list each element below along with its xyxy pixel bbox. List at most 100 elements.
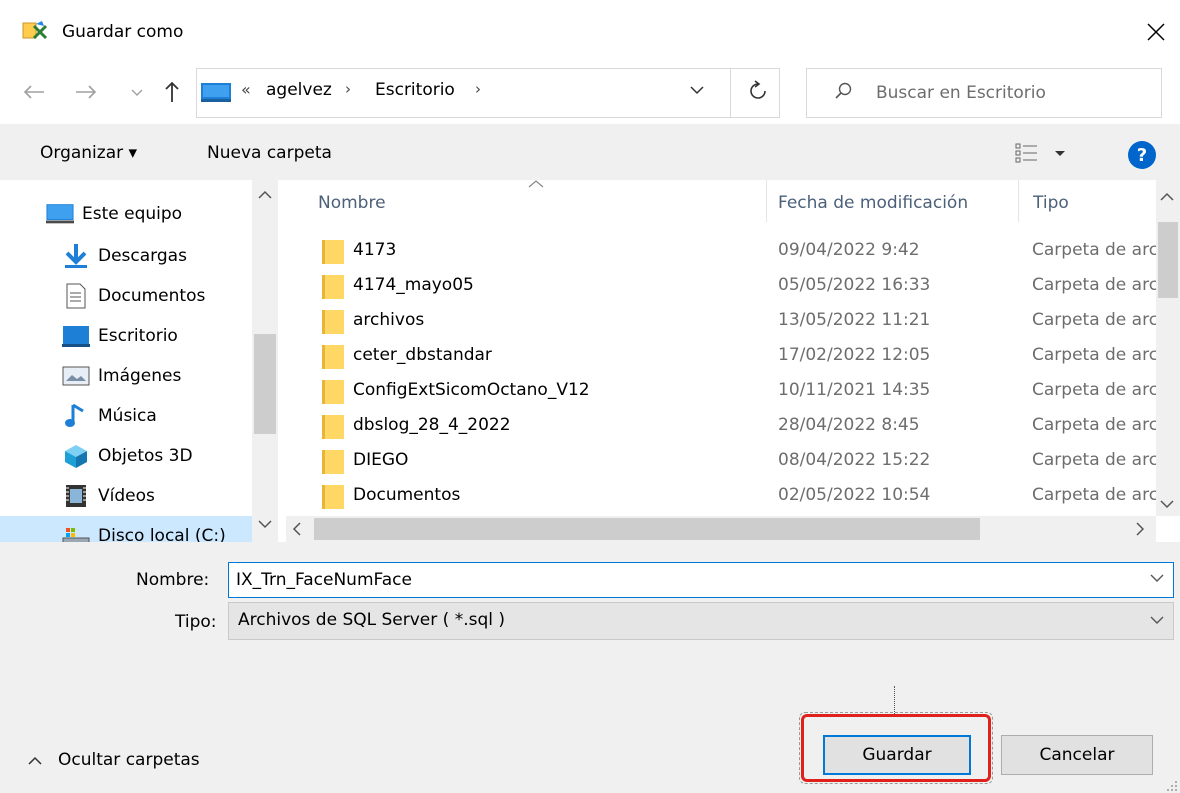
folder-icon (322, 309, 344, 335)
breadcrumb-separator[interactable]: › (475, 80, 481, 98)
image-icon (62, 362, 90, 390)
file-type-label: Tipo: (175, 612, 217, 632)
file-name: ceter_dbstandar (353, 345, 492, 365)
arrow-right-icon (76, 85, 97, 99)
toolbar (0, 124, 1180, 180)
video-icon (62, 482, 90, 510)
table-row[interactable]: dbslog_28_4_2022 28/04/2022 8:45 Carpeta… (286, 409, 1158, 444)
nav-item-musica[interactable]: Música (0, 396, 252, 436)
arrow-left-icon (23, 85, 44, 99)
column-divider[interactable] (1018, 180, 1019, 222)
file-name: archivos (353, 310, 425, 330)
view-options-button[interactable] (1015, 141, 1079, 165)
window-title: Guardar como (62, 22, 184, 42)
vertical-scrollbar-thumb[interactable] (1158, 222, 1178, 298)
file-name: Documentos (353, 485, 461, 505)
nav-item-label: Documentos (98, 286, 206, 306)
table-row[interactable]: ConfigExtSicomOctano_V12 10/11/2021 14:3… (286, 374, 1158, 409)
scroll-right-icon[interactable] (1136, 522, 1145, 536)
nav-item-descargas[interactable]: Descargas (0, 236, 252, 276)
scroll-up-icon[interactable] (1160, 192, 1174, 201)
cancel-button[interactable]: Cancelar (1001, 735, 1153, 775)
cancel-label: Cancelar (1039, 745, 1115, 765)
drive-icon (62, 522, 90, 542)
file-name: 4173 (353, 240, 397, 260)
table-row[interactable]: 4174_mayo05 05/05/2022 16:33 Carpeta de … (286, 269, 1158, 304)
help-button[interactable]: ? (1128, 141, 1156, 169)
folder-icon (322, 274, 344, 300)
file-name-label: Nombre: (136, 570, 210, 590)
pc-icon (46, 200, 74, 228)
table-row[interactable]: archivos 13/05/2022 11:21 Carpeta de arc… (286, 304, 1158, 339)
address-dropdown-button[interactable] (690, 86, 704, 95)
nav-item-label: Música (98, 406, 157, 426)
file-name-input[interactable] (236, 566, 1136, 594)
folder-icon (322, 484, 344, 510)
breadcrumb-agelvez[interactable]: agelvez (266, 80, 332, 100)
file-type: Carpeta de archivos (1032, 450, 1158, 470)
file-name: 4174_mayo05 (353, 275, 474, 295)
scroll-down-icon[interactable] (258, 520, 272, 529)
nav-item-label: Descargas (98, 246, 187, 266)
file-type: Carpeta de archivos (1032, 485, 1158, 505)
folder-icon (322, 239, 344, 265)
chevron-down-icon (131, 89, 143, 96)
organize-button[interactable]: Organizar ▾ (40, 143, 137, 163)
table-row[interactable]: ceter_dbstandar 17/02/2022 12:05 Carpeta… (286, 339, 1158, 374)
scroll-up-icon[interactable] (258, 190, 272, 199)
refresh-button[interactable] (748, 80, 768, 102)
navigation-pane: Este equipo Descargas Documentos Escrito… (0, 180, 286, 542)
folder-icon (322, 414, 344, 440)
breadcrumb-separator[interactable]: › (345, 80, 351, 98)
column-divider[interactable] (766, 180, 767, 222)
arrow-up-icon (165, 81, 179, 102)
download-icon (62, 242, 90, 270)
refresh-icon (750, 80, 766, 99)
file-type: Carpeta de archivos (1032, 415, 1158, 435)
resize-grip-icon[interactable] (1166, 780, 1178, 792)
breadcrumb-escritorio[interactable]: Escritorio (375, 80, 455, 100)
nav-item-videos[interactable]: Vídeos (0, 476, 252, 516)
up-button[interactable] (158, 76, 186, 108)
hide-folders-button[interactable]: Ocultar carpetas (28, 750, 200, 770)
column-header-type[interactable]: Tipo (1033, 193, 1069, 213)
file-type: Carpeta de archivos (1032, 275, 1158, 295)
column-header-name[interactable]: Nombre (318, 193, 386, 213)
nav-item-escritorio[interactable]: Escritorio (0, 316, 252, 356)
document-icon (62, 282, 90, 310)
nav-item-documentos[interactable]: Documentos (0, 276, 252, 316)
nav-item-objetos-3d[interactable]: Objetos 3D (0, 436, 252, 476)
file-type: Carpeta de archivos (1032, 380, 1158, 400)
nav-item-este-equipo[interactable]: Este equipo (0, 194, 252, 234)
chevron-down-icon (690, 86, 704, 95)
nav-item-imagenes[interactable]: Imágenes (0, 356, 252, 396)
horizontal-scrollbar-thumb[interactable] (314, 518, 980, 540)
search-input[interactable] (876, 71, 1158, 115)
folder-icon (322, 379, 344, 405)
file-name: DIEGO (353, 450, 409, 470)
new-folder-button[interactable]: Nueva carpeta (207, 143, 332, 163)
forward-button[interactable] (72, 76, 100, 108)
column-header-date[interactable]: Fecha de modificación (778, 193, 968, 213)
scroll-left-icon[interactable] (292, 522, 301, 536)
file-name-dropdown[interactable] (1150, 574, 1164, 583)
back-button[interactable] (20, 76, 48, 108)
cube-icon (62, 442, 90, 470)
save-button[interactable]: Guardar (823, 735, 971, 775)
table-row[interactable]: Documentos 02/05/2022 10:54 Carpeta de a… (286, 479, 1158, 514)
recent-locations-button[interactable] (128, 80, 146, 106)
nav-scrollbar-thumb[interactable] (254, 334, 276, 434)
folder-icon (322, 449, 344, 475)
table-row[interactable]: 4173 09/04/2022 9:42 Carpeta de archivos (286, 234, 1158, 269)
close-button[interactable] (1136, 12, 1176, 52)
table-row[interactable]: DIEGO 08/04/2022 15:22 Carpeta de archiv… (286, 444, 1158, 479)
chevron-down-icon[interactable] (1150, 616, 1164, 625)
scroll-down-icon[interactable] (1160, 500, 1174, 509)
sort-ascending-icon (528, 180, 544, 188)
nav-item-disco-local[interactable]: Disco local (C:) (0, 516, 252, 542)
divider (730, 69, 731, 117)
breadcrumb-overflow[interactable]: « (241, 80, 251, 99)
desktop-icon (62, 322, 90, 350)
nav-item-label: Escritorio (98, 326, 178, 346)
view-details-icon (1015, 143, 1065, 163)
